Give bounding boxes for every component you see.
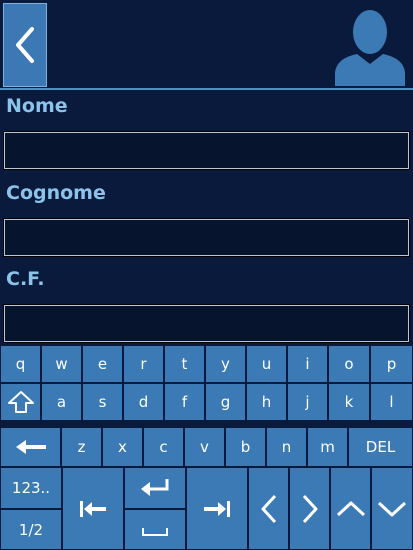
key-w[interactable]: w: [41, 345, 82, 383]
enter-icon: [141, 479, 169, 496]
key-r[interactable]: r: [123, 345, 164, 383]
key-k[interactable]: k: [328, 383, 370, 421]
key-h[interactable]: h: [246, 383, 287, 421]
shift-icon: [7, 391, 34, 413]
tab-forward-key[interactable]: [186, 467, 248, 550]
arrow-right-icon: [302, 494, 317, 523]
backspace-icon: [15, 440, 46, 454]
numbers-key[interactable]: 123..: [0, 467, 62, 509]
name-field[interactable]: [3, 131, 410, 170]
arrow-left-key[interactable]: [248, 467, 289, 550]
shift-key[interactable]: [0, 383, 41, 421]
delete-key[interactable]: DEL: [348, 427, 413, 467]
key-t[interactable]: t: [164, 345, 205, 383]
key-l[interactable]: l: [370, 383, 413, 421]
backspace-key[interactable]: [0, 427, 61, 467]
arrow-up-icon: [336, 501, 365, 516]
key-q[interactable]: q: [0, 345, 41, 383]
user-avatar-icon: [335, 10, 405, 86]
surname-label: Cognome: [6, 182, 106, 204]
key-b[interactable]: b: [225, 427, 266, 467]
key-c[interactable]: c: [143, 427, 184, 467]
name-label: Nome: [6, 95, 68, 117]
key-y[interactable]: y: [205, 345, 246, 383]
key-i[interactable]: i: [287, 345, 328, 383]
key-j[interactable]: j: [287, 383, 328, 421]
tab-forward-icon: [204, 500, 230, 517]
key-s[interactable]: s: [82, 383, 123, 421]
key-n[interactable]: n: [266, 427, 307, 467]
key-e[interactable]: e: [82, 345, 123, 383]
space-key[interactable]: [124, 509, 186, 550]
chevron-left-icon: [16, 27, 34, 63]
tab-back-icon: [80, 500, 106, 517]
key-f[interactable]: f: [164, 383, 205, 421]
tab-back-key[interactable]: [62, 467, 124, 550]
key-u[interactable]: u: [246, 345, 287, 383]
cf-field[interactable]: [3, 304, 410, 343]
space-icon: [142, 527, 168, 536]
arrow-up-key[interactable]: [330, 467, 371, 550]
key-g[interactable]: g: [205, 383, 246, 421]
header-bar: [0, 0, 413, 90]
arrow-left-icon: [261, 494, 276, 523]
arrow-down-key[interactable]: [371, 467, 413, 550]
cf-label: C.F.: [6, 268, 45, 290]
virtual-keyboard: q w e r t y u i o p a s d f g h j k l z …: [0, 345, 413, 550]
key-v[interactable]: v: [184, 427, 225, 467]
enter-key[interactable]: [124, 467, 186, 509]
key-z[interactable]: z: [61, 427, 102, 467]
key-o[interactable]: o: [328, 345, 370, 383]
key-m[interactable]: m: [307, 427, 348, 467]
arrow-right-key[interactable]: [289, 467, 330, 550]
page-key[interactable]: 1/2: [0, 509, 62, 550]
surname-field[interactable]: [3, 218, 410, 257]
key-a[interactable]: a: [41, 383, 82, 421]
back-button[interactable]: [3, 3, 47, 87]
key-x[interactable]: x: [102, 427, 143, 467]
key-p[interactable]: p: [370, 345, 413, 383]
key-d[interactable]: d: [123, 383, 164, 421]
arrow-down-icon: [377, 501, 407, 516]
